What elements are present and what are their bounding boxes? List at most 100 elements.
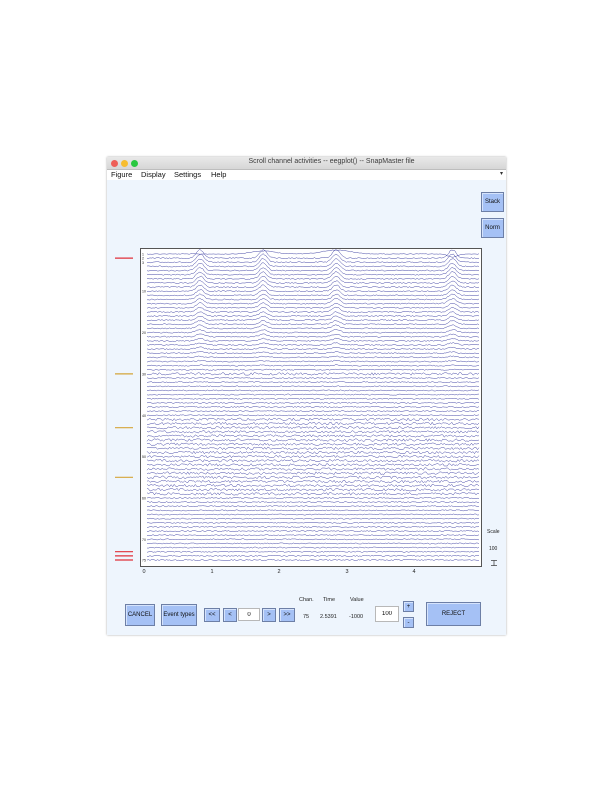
menu-display[interactable]: Display <box>141 170 166 179</box>
channel-trace <box>146 542 480 545</box>
eeg-plot-area[interactable]: 1 2 3 10 20 30 40 50 60 70 75 <box>140 248 482 567</box>
x-tick-label: 4 <box>412 569 416 575</box>
channel-trace <box>146 459 480 463</box>
channel-trace <box>146 501 480 503</box>
chan-value: 75 <box>303 614 310 620</box>
channel-trace <box>146 393 480 396</box>
channel-trace <box>146 410 480 412</box>
channel-trace <box>146 397 480 400</box>
channel-trace <box>146 342 480 346</box>
scale-down-button[interactable]: - <box>403 617 414 628</box>
last-page-button[interactable]: >> <box>279 608 295 622</box>
channel-trace <box>146 333 480 338</box>
stack-button[interactable]: Stack <box>481 192 504 212</box>
reject-button[interactable]: REJECT <box>426 602 481 626</box>
channel-trace <box>146 546 480 549</box>
channel-trace <box>146 351 480 355</box>
channel-trace <box>146 328 480 334</box>
channel-trace <box>146 450 480 455</box>
menu-figure[interactable]: Figure <box>111 170 132 179</box>
channel-trace <box>146 406 480 408</box>
close-window-icon[interactable] <box>111 160 118 167</box>
scale-up-button[interactable]: + <box>403 601 414 612</box>
scale-input[interactable] <box>375 606 399 622</box>
x-tick-label: 1 <box>210 569 214 575</box>
channel-trace <box>146 414 480 417</box>
channel-trace <box>146 249 480 258</box>
channel-trace <box>146 434 480 438</box>
channel-trace <box>146 346 480 350</box>
channel-trace <box>146 517 480 520</box>
event-types-button[interactable]: Event types <box>161 604 197 626</box>
menu-bar: Figure Display Settings Help ▾ <box>107 170 506 180</box>
channel-trace <box>146 488 480 492</box>
channel-trace <box>146 430 480 434</box>
channel-trace <box>146 455 480 459</box>
menu-settings[interactable]: Settings <box>174 170 201 179</box>
channel-trace <box>146 359 480 363</box>
menu-arrow-icon[interactable]: ▾ <box>500 170 503 177</box>
channel-trace <box>146 497 480 499</box>
channel-trace <box>146 509 480 512</box>
eeg-traces: 1231020304050607075 <box>142 249 480 563</box>
channel-trace <box>146 442 480 446</box>
rejection-markers <box>115 257 133 561</box>
channel-trace <box>146 311 480 317</box>
channel-trace <box>146 381 479 384</box>
channel-trace <box>146 530 480 532</box>
channel-trace <box>146 324 480 330</box>
channel-trace <box>146 402 480 404</box>
scale-value: 100 <box>489 546 498 552</box>
x-tick-label: 3 <box>345 569 349 575</box>
channel-trace <box>146 479 480 484</box>
window-title: Scroll channel activities -- eegplot() -… <box>248 158 415 165</box>
channel-trace <box>146 550 480 553</box>
channel-trace <box>146 513 480 516</box>
first-page-button[interactable]: << <box>204 608 220 622</box>
channel-trace <box>146 284 480 293</box>
x-tick-label: 2 <box>277 569 281 575</box>
channel-trace <box>146 505 480 508</box>
channel-trace <box>146 315 480 322</box>
channel-trace <box>146 492 480 496</box>
value-header: Value <box>350 597 364 603</box>
minimize-window-icon[interactable] <box>121 160 128 167</box>
next-page-button[interactable]: > <box>262 608 276 622</box>
channel-trace <box>146 555 480 557</box>
channel-trace <box>146 372 480 376</box>
channel-trace <box>146 559 480 561</box>
norm-button[interactable]: Norm <box>481 218 504 238</box>
channel-trace <box>147 275 480 284</box>
menu-help[interactable]: Help <box>211 170 226 179</box>
channel-trace <box>146 320 480 326</box>
time-position-input[interactable] <box>238 608 260 621</box>
channel-trace <box>146 426 480 430</box>
channel-trace <box>146 463 480 467</box>
eegplot-window: Scroll channel activities -- eegplot() -… <box>107 157 506 635</box>
channel-trace <box>146 289 480 297</box>
title-bar: Scroll channel activities -- eegplot() -… <box>107 157 506 170</box>
channel-trace <box>146 521 480 524</box>
channel-trace <box>146 364 480 367</box>
channel-trace <box>146 475 480 479</box>
channel-trace <box>146 471 480 475</box>
channel-trace <box>146 483 480 488</box>
channel-trace <box>146 421 480 426</box>
channel-trace <box>146 417 480 421</box>
channel-trace <box>146 526 480 528</box>
channel-trace <box>147 538 480 541</box>
channel-trace <box>146 389 480 392</box>
previous-page-button[interactable]: < <box>223 608 237 622</box>
x-tick-label: 0 <box>142 569 146 575</box>
channel-trace <box>146 302 480 309</box>
channel-trace <box>146 385 480 388</box>
channel-trace <box>146 534 480 537</box>
scale-bar-icon <box>491 560 497 566</box>
channel-trace <box>146 368 480 371</box>
cancel-button[interactable]: CANCEL <box>125 604 155 626</box>
time-value: 2.5391 <box>320 614 337 620</box>
channel-trace <box>146 377 480 379</box>
maximize-window-icon[interactable] <box>131 160 138 167</box>
chan-header: Chan. <box>299 597 314 603</box>
channel-trace <box>146 355 480 359</box>
